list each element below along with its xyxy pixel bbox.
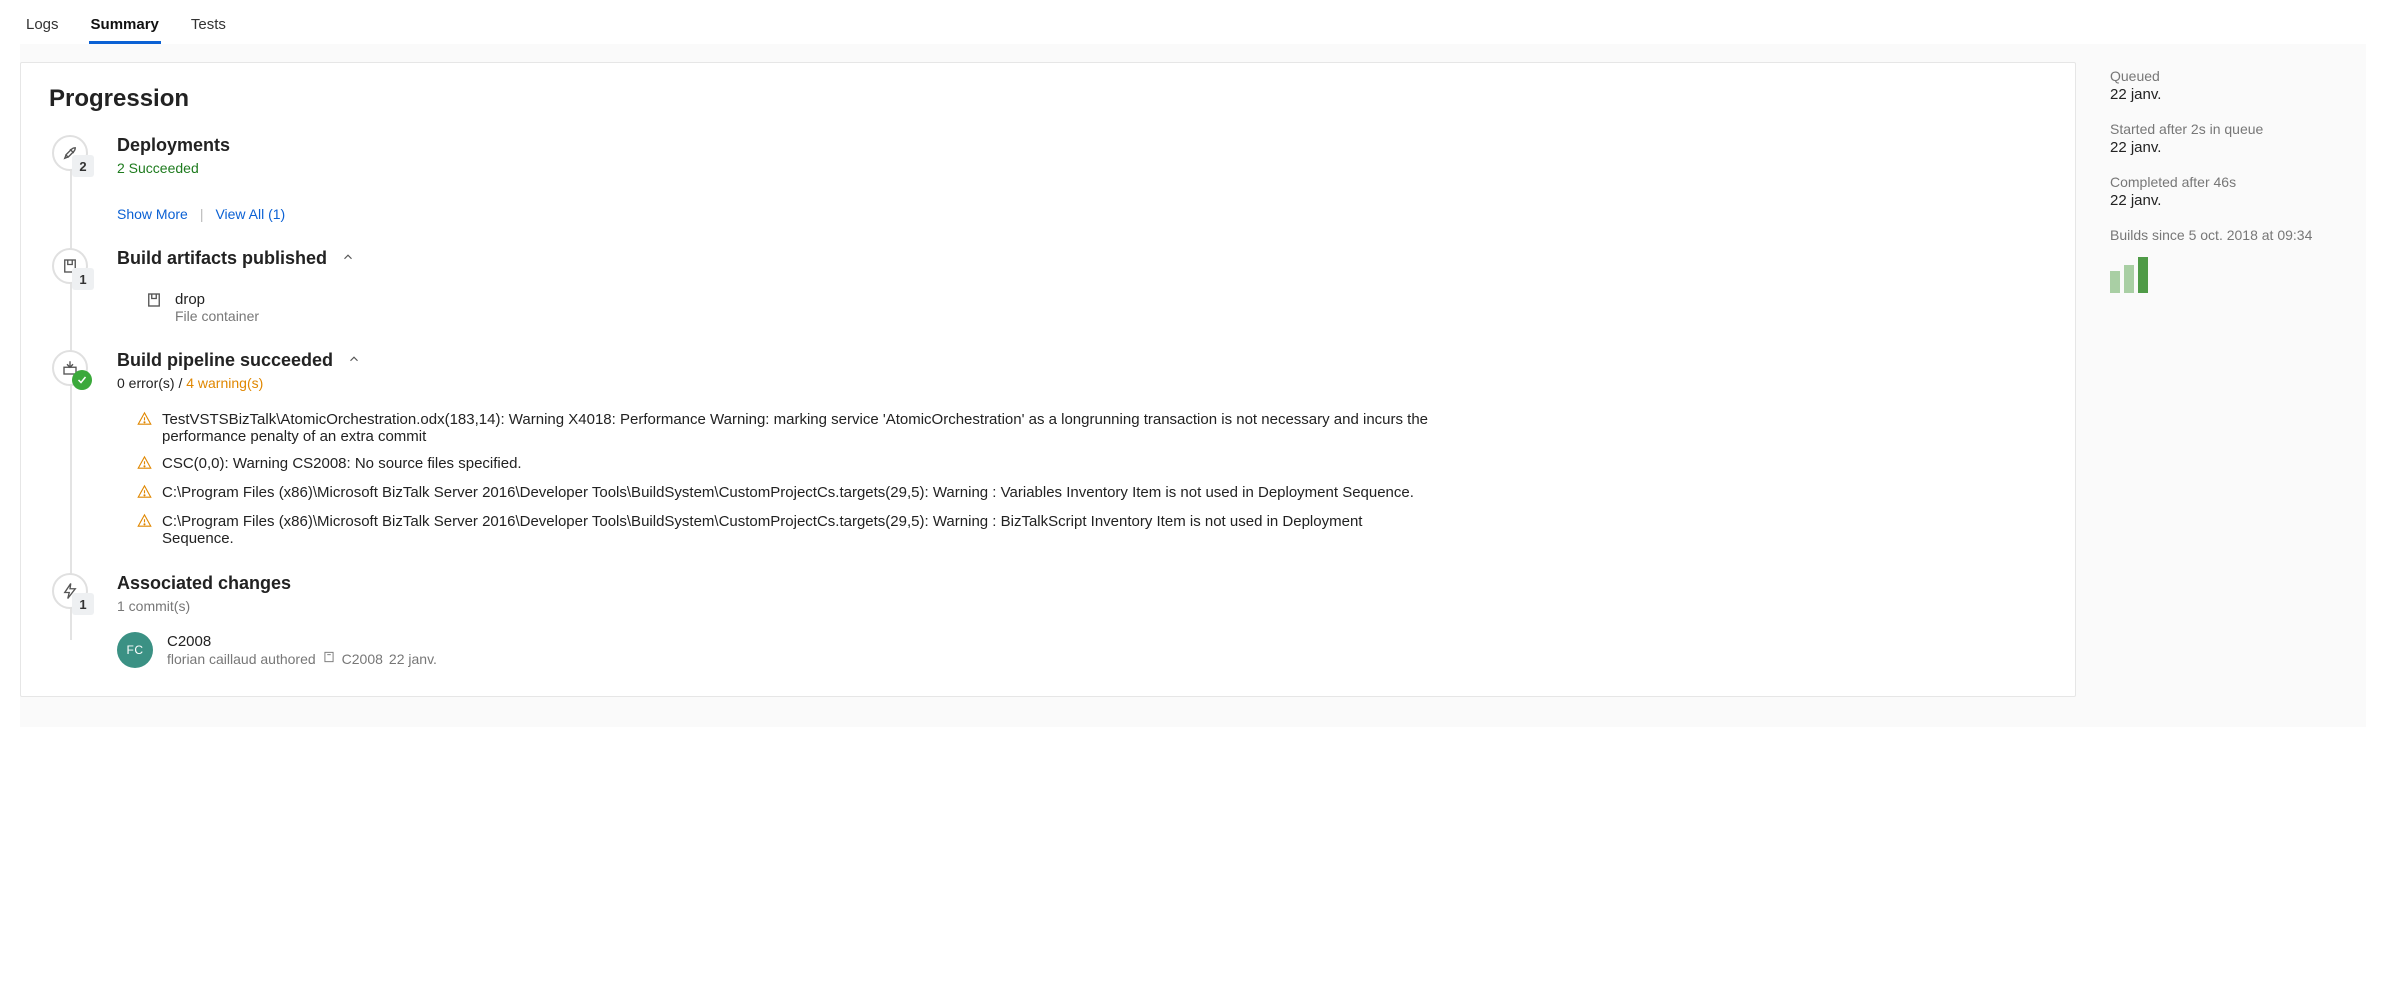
- warning-icon: [137, 455, 152, 474]
- pipeline-error-count: 0 error(s) /: [117, 375, 186, 391]
- warning-icon: [137, 411, 152, 430]
- warnings-list: TestVSTSBizTalk\AtomicOrchestration.odx(…: [137, 411, 2047, 547]
- chevron-up-icon[interactable]: [347, 350, 361, 371]
- view-all-link[interactable]: View All (1): [215, 206, 285, 222]
- warning-text: CSC(0,0): Warning CS2008: No source file…: [162, 455, 522, 472]
- pipeline-warning-count[interactable]: 4 warning(s): [186, 375, 263, 391]
- summary-card: Progression 2 Dep: [20, 62, 2076, 697]
- artifact-icon: 1: [52, 248, 88, 284]
- warning-text: TestVSTSBizTalk\AtomicOrchestration.odx(…: [162, 411, 1437, 445]
- chart-bar: [2124, 265, 2134, 293]
- builds-mini-chart[interactable]: [2110, 255, 2362, 293]
- link-separator: |: [200, 206, 204, 222]
- artifact-name[interactable]: drop: [175, 291, 259, 308]
- node-pipeline: Build pipeline succeeded 0 error(s) / 4 …: [49, 350, 2047, 547]
- package-icon: [145, 291, 163, 312]
- repo-icon: [322, 650, 336, 667]
- deployments-title: Deployments: [117, 135, 230, 156]
- warning-row[interactable]: TestVSTSBizTalk\AtomicOrchestration.odx(…: [137, 411, 1437, 445]
- commit-author: florian caillaud authored: [167, 651, 316, 667]
- commit-date: 22 janv.: [389, 651, 437, 667]
- chart-bar: [2138, 257, 2148, 293]
- warning-icon: [137, 513, 152, 532]
- timeline-line: [70, 161, 72, 640]
- warning-row[interactable]: C:\Program Files (x86)\Microsoft BizTalk…: [137, 484, 1437, 503]
- artifacts-count-badge: 1: [72, 268, 94, 290]
- changes-title: Associated changes: [117, 573, 291, 594]
- chart-bar: [2110, 271, 2120, 293]
- page-title: Progression: [49, 85, 2047, 113]
- lightning-icon: 1: [52, 573, 88, 609]
- builds-since-label: Builds since 5 oct. 2018 at 09:34: [2110, 227, 2362, 243]
- changes-subtitle: 1 commit(s): [117, 598, 2047, 614]
- show-more-link[interactable]: Show More: [117, 206, 188, 222]
- commit-ref[interactable]: C2008: [342, 651, 383, 667]
- started-label: Started after 2s in queue: [2110, 121, 2362, 137]
- tab-bar: Logs Summary Tests: [20, 0, 2366, 44]
- warning-icon: [137, 484, 152, 503]
- tab-summary[interactable]: Summary: [89, 10, 161, 43]
- sidebar: Queued 22 janv. Started after 2s in queu…: [2106, 62, 2366, 697]
- artifact-type: File container: [175, 308, 259, 324]
- deployments-succeeded: 2 Succeeded: [117, 160, 2047, 176]
- completed-value: 22 janv.: [2110, 192, 2362, 209]
- node-deployments: 2 Deployments 2 Succeeded Show More | Vi…: [49, 135, 2047, 222]
- deployments-count-badge: 2: [72, 155, 94, 177]
- queued-value: 22 janv.: [2110, 86, 2362, 103]
- changes-count-badge: 1: [72, 593, 94, 615]
- chevron-up-icon[interactable]: [341, 248, 355, 269]
- warning-text: C:\Program Files (x86)\Microsoft BizTalk…: [162, 484, 1414, 501]
- avatar: FC: [117, 632, 153, 668]
- success-check-icon: [72, 370, 92, 390]
- warning-row[interactable]: C:\Program Files (x86)\Microsoft BizTalk…: [137, 513, 1437, 547]
- pipeline-icon: [52, 350, 88, 386]
- pipeline-title: Build pipeline succeeded: [117, 350, 333, 371]
- node-changes: 1 Associated changes 1 commit(s) FC C200…: [49, 573, 2047, 668]
- tab-tests[interactable]: Tests: [189, 10, 228, 43]
- queued-label: Queued: [2110, 68, 2362, 84]
- warning-text: C:\Program Files (x86)\Microsoft BizTalk…: [162, 513, 1437, 547]
- warning-row[interactable]: CSC(0,0): Warning CS2008: No source file…: [137, 455, 1437, 474]
- rocket-icon: 2: [52, 135, 88, 171]
- started-value: 22 janv.: [2110, 139, 2362, 156]
- node-artifacts: 1 Build artifacts published: [49, 248, 2047, 324]
- tab-logs[interactable]: Logs: [24, 10, 61, 43]
- completed-label: Completed after 46s: [2110, 174, 2362, 190]
- commit-title[interactable]: C2008: [167, 633, 437, 650]
- artifacts-title: Build artifacts published: [117, 248, 327, 269]
